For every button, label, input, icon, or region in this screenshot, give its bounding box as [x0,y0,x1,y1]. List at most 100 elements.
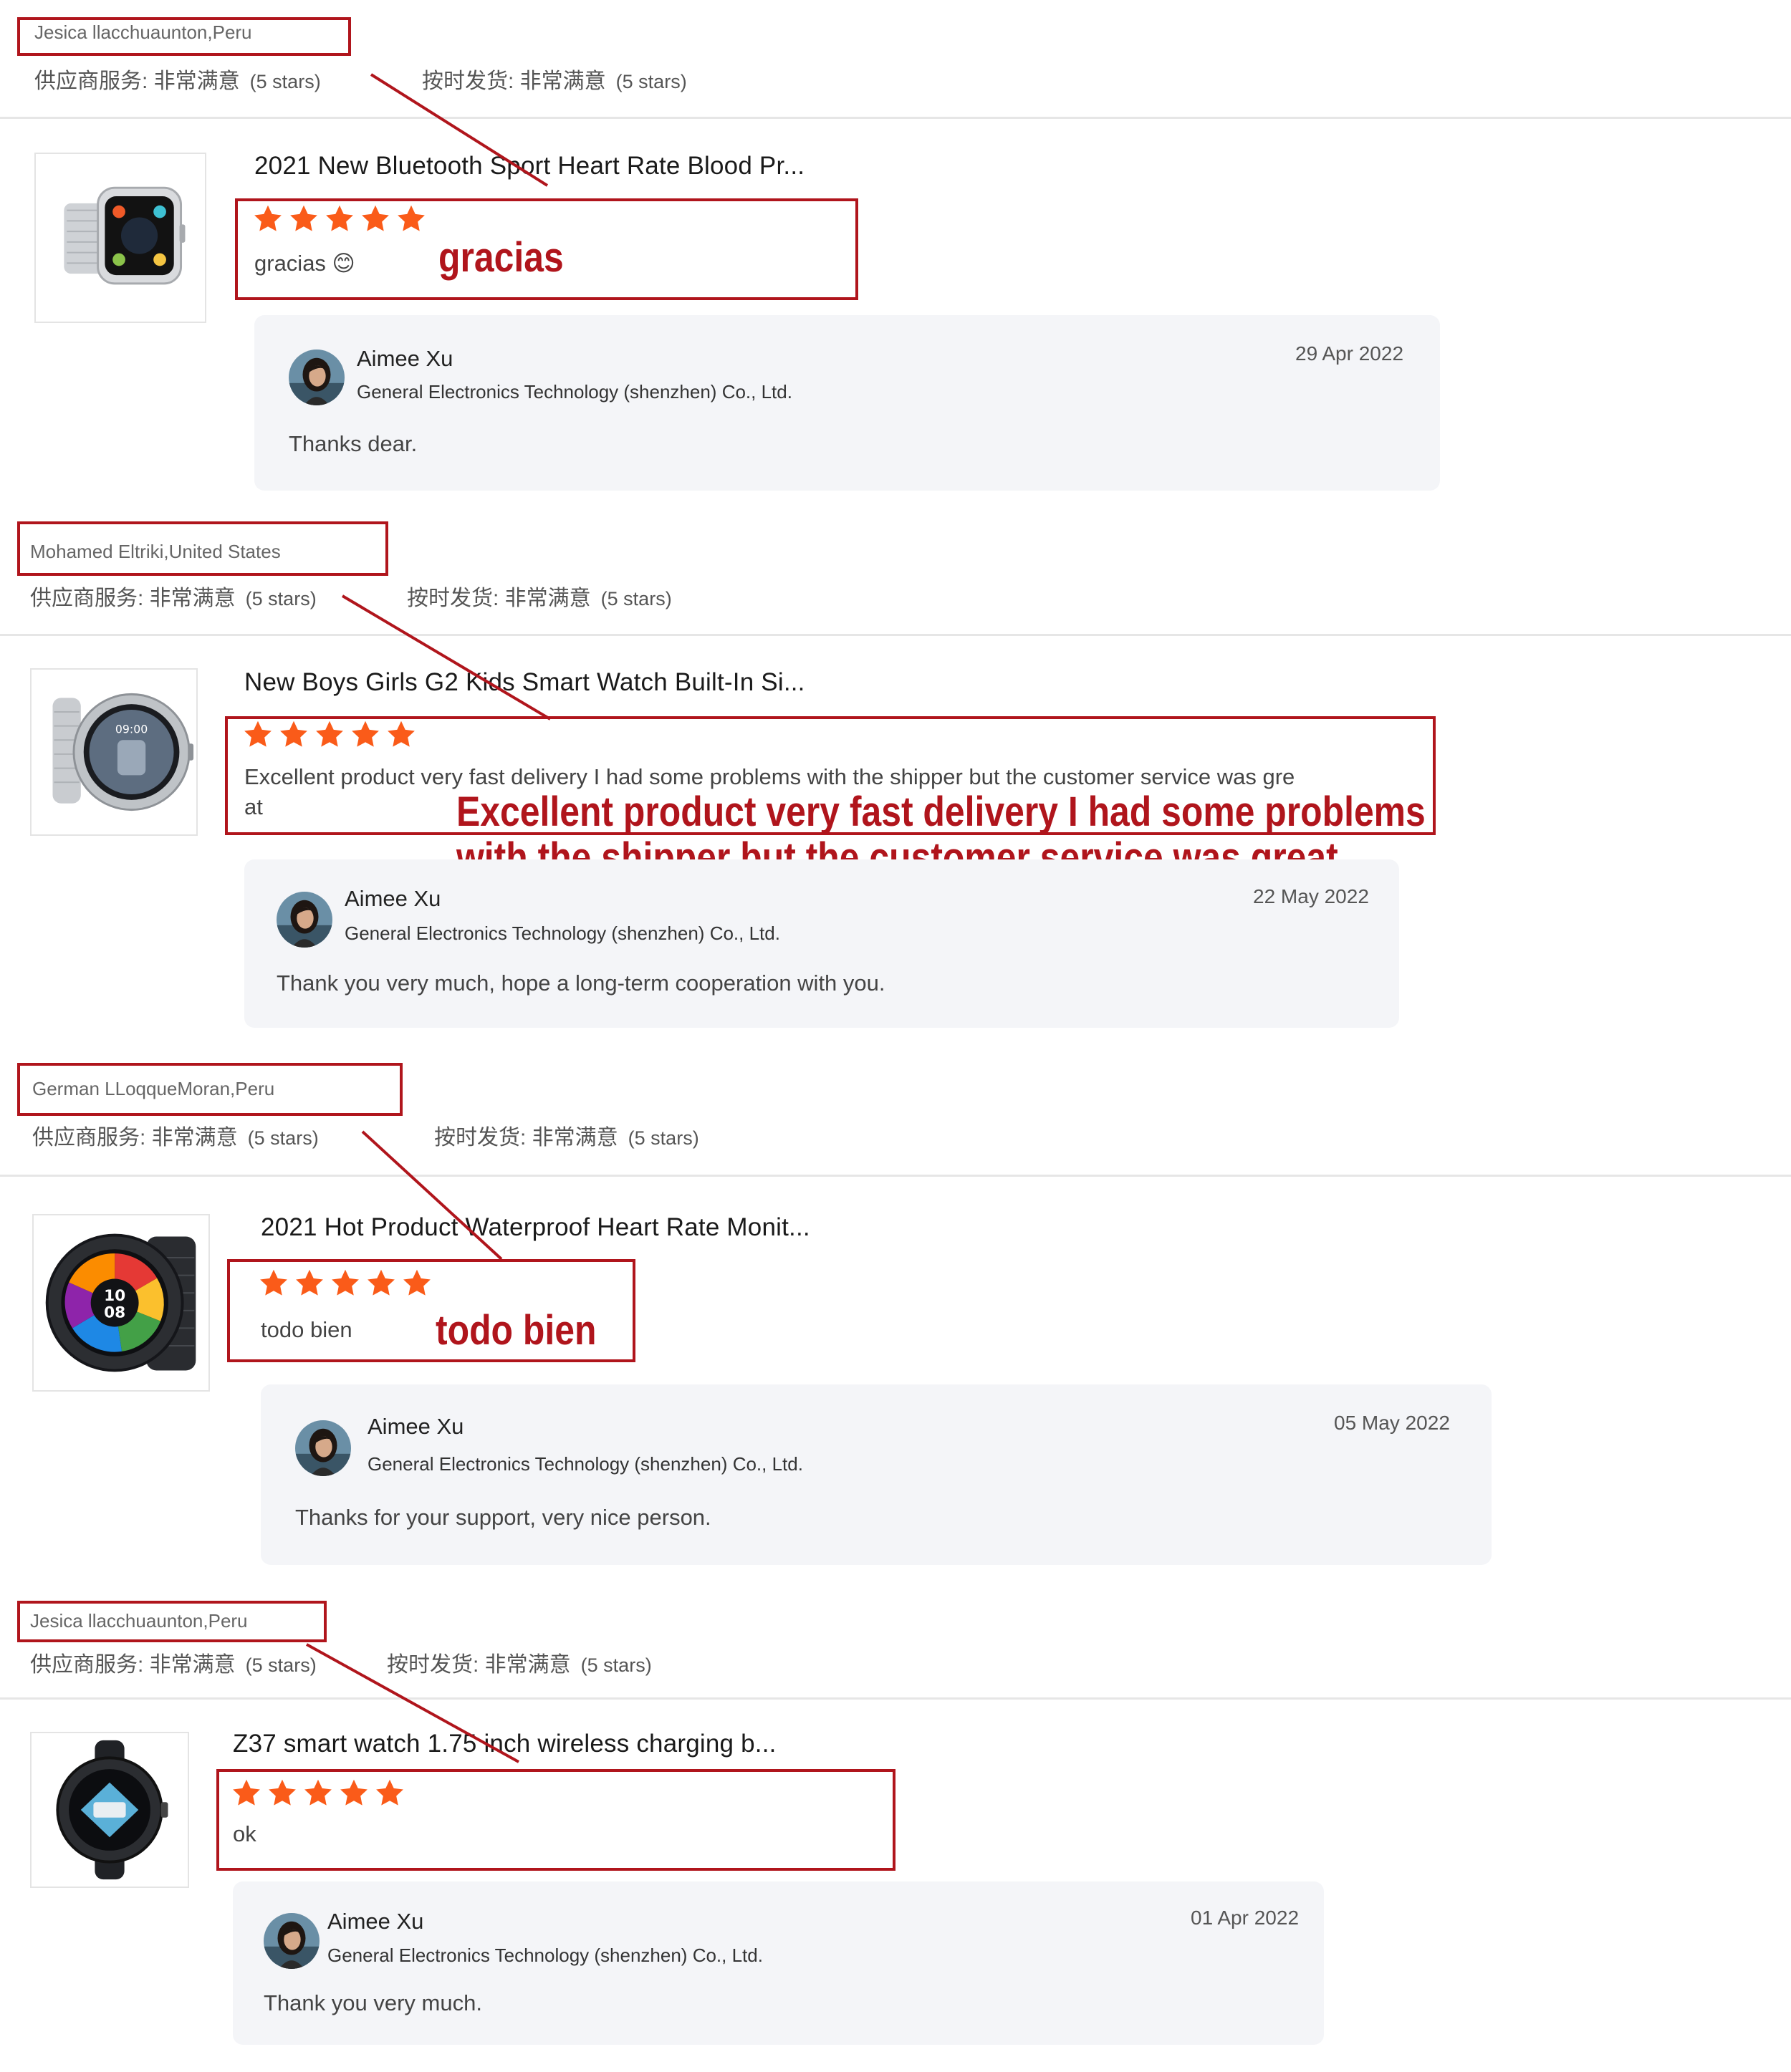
review-comment-line: Excellent product very fast delivery I h… [244,764,1295,789]
supplier-service-rating: 供应商服务: 非常满意 (5 stars) [30,1647,317,1678]
reply-text: Thank you very much, hope a long-term co… [277,970,885,996]
seller-name: Aimee Xu [368,1414,464,1439]
on-time-delivery-label: 按时发货: 非常满意 [407,587,591,610]
seller-avatar [289,350,345,405]
seller-reply-card: Aimee Xu General Electronics Technology … [244,859,1399,1028]
supplier-service-rating: 供应商服务: 非常满意 (5 stars) [30,580,317,612]
seller-avatar [295,1420,351,1476]
star-icon [324,203,355,235]
reply-text: Thanks for your support, very nice perso… [295,1505,711,1530]
on-time-delivery-stars: (5 stars) [615,71,687,92]
seller-company: General Electronics Technology (shenzhen… [368,1453,803,1475]
supplier-service-label: 供应商服务: 非常满意 [34,69,240,93]
star-icon [401,1268,433,1299]
star-icon [385,719,417,751]
star-icon [242,719,274,751]
star-icon [350,719,381,751]
supplier-service-label: 供应商服务: 非常满意 [30,587,236,610]
divider [0,1697,1791,1700]
supplier-service-rating: 供应商服务: 非常满意 (5 stars) [32,1119,319,1151]
on-time-delivery-rating: 按时发货: 非常满意 (5 stars) [387,1647,652,1678]
on-time-delivery-label: 按时发货: 非常满意 [387,1653,571,1677]
product-title-link[interactable]: 2021 Hot Product Waterproof Heart Rate M… [261,1213,810,1242]
seller-reply-card: Aimee Xu General Electronics Technology … [254,315,1440,491]
avatar-image [277,892,332,948]
divider [0,634,1791,636]
star-icon [278,719,309,751]
product-title-link[interactable]: New Boys Girls G2 Kids Smart Watch Built… [244,668,805,697]
translation-annotation: todo bien [436,1307,597,1354]
review-comment: gracias 😊 [254,251,355,276]
seller-name: Aimee Xu [357,346,453,371]
reviewer-name: Jesica llacchuaunton,Peru [30,1610,248,1632]
star-icon [330,1268,361,1299]
on-time-delivery-stars: (5 stars) [628,1127,699,1149]
supplier-service-stars: (5 stars) [247,1127,319,1149]
product-thumbnail[interactable] [30,1732,189,1888]
star-icon [374,1778,405,1809]
smartwatch-icon: 09:00 [52,693,194,811]
divider [0,1175,1791,1177]
reply-date: 22 May 2022 [1253,885,1369,907]
star-icon [365,1268,397,1299]
on-time-delivery-rating: 按时发货: 非常满意 (5 stars) [407,580,672,612]
star-icon [302,1778,334,1809]
reviewer-name: Mohamed Eltriki,United States [30,541,281,562]
on-time-delivery-stars: (5 stars) [580,1654,652,1676]
smartwatch-icon: 10 08 [45,1233,196,1372]
avatar-image [264,1913,320,1969]
annotation-connector-lines [306,73,552,1763]
star-rating [231,1778,405,1809]
on-time-delivery-label: 按时发货: 非常满意 [434,1126,618,1150]
supplier-service-label: 供应商服务: 非常满意 [32,1126,238,1150]
star-icon [395,203,427,235]
reply-text: Thank you very much. [264,1990,482,2015]
reply-date: 29 Apr 2022 [1295,342,1404,365]
reviewer-name: German LLoqqueMoran,Peru [32,1078,275,1099]
svg-text:08: 08 [104,1304,125,1322]
on-time-delivery-label: 按时发货: 非常满意 [422,69,606,93]
star-icon [338,1778,370,1809]
svg-text:10: 10 [104,1287,125,1305]
reply-date: 05 May 2022 [1334,1412,1450,1434]
supplier-service-stars: (5 stars) [245,588,317,609]
translation-line: Excellent product very fast delivery I h… [456,789,1426,835]
star-rating [258,1268,433,1299]
seller-name: Aimee Xu [345,886,441,911]
on-time-delivery-stars: (5 stars) [600,588,672,609]
supplier-service-stars: (5 stars) [249,71,321,92]
product-thumbnail[interactable] [34,153,206,323]
translation-annotation: gracias [438,234,564,281]
smartwatch-icon [64,186,186,285]
seller-reply-card: Aimee Xu General Electronics Technology … [261,1384,1492,1565]
avatar-image [295,1420,351,1476]
product-title-link[interactable]: 2021 New Bluetooth Sport Heart Rate Bloo… [254,152,805,180]
avatar-image [289,350,345,405]
star-icon [258,1268,289,1299]
review-comment: ok [233,1821,256,1846]
on-time-delivery-rating: 按时发货: 非常满意 (5 stars) [422,63,687,95]
reviewer-name: Jesica llacchuaunton,Peru [34,21,252,43]
star-icon [267,1778,298,1809]
seller-company: General Electronics Technology (shenzhen… [327,1945,763,1966]
seller-name: Aimee Xu [327,1909,424,1934]
star-rating [242,719,417,751]
seller-reply-card: Aimee Xu General Electronics Technology … [233,1881,1324,2045]
star-icon [294,1268,325,1299]
svg-text:09:00: 09:00 [115,722,148,736]
product-thumbnail[interactable]: 10 08 [32,1214,210,1392]
connector-line [341,594,552,721]
divider [0,117,1791,119]
seller-avatar [264,1913,320,1969]
star-icon [231,1778,262,1809]
star-icon [288,203,320,235]
product-thumbnail[interactable]: 09:00 [30,668,198,836]
product-title-link[interactable]: Z37 smart watch 1.75 inch wireless charg… [233,1730,777,1758]
supplier-service-rating: 供应商服务: 非常满意 (5 stars) [34,63,321,95]
supplier-service-label: 供应商服务: 非常满意 [30,1653,236,1677]
star-rating [252,203,427,235]
seller-company: General Electronics Technology (shenzhen… [345,922,780,944]
reply-text: Thanks dear. [289,431,418,456]
seller-company: General Electronics Technology (shenzhen… [357,381,792,403]
supplier-service-stars: (5 stars) [245,1654,317,1676]
